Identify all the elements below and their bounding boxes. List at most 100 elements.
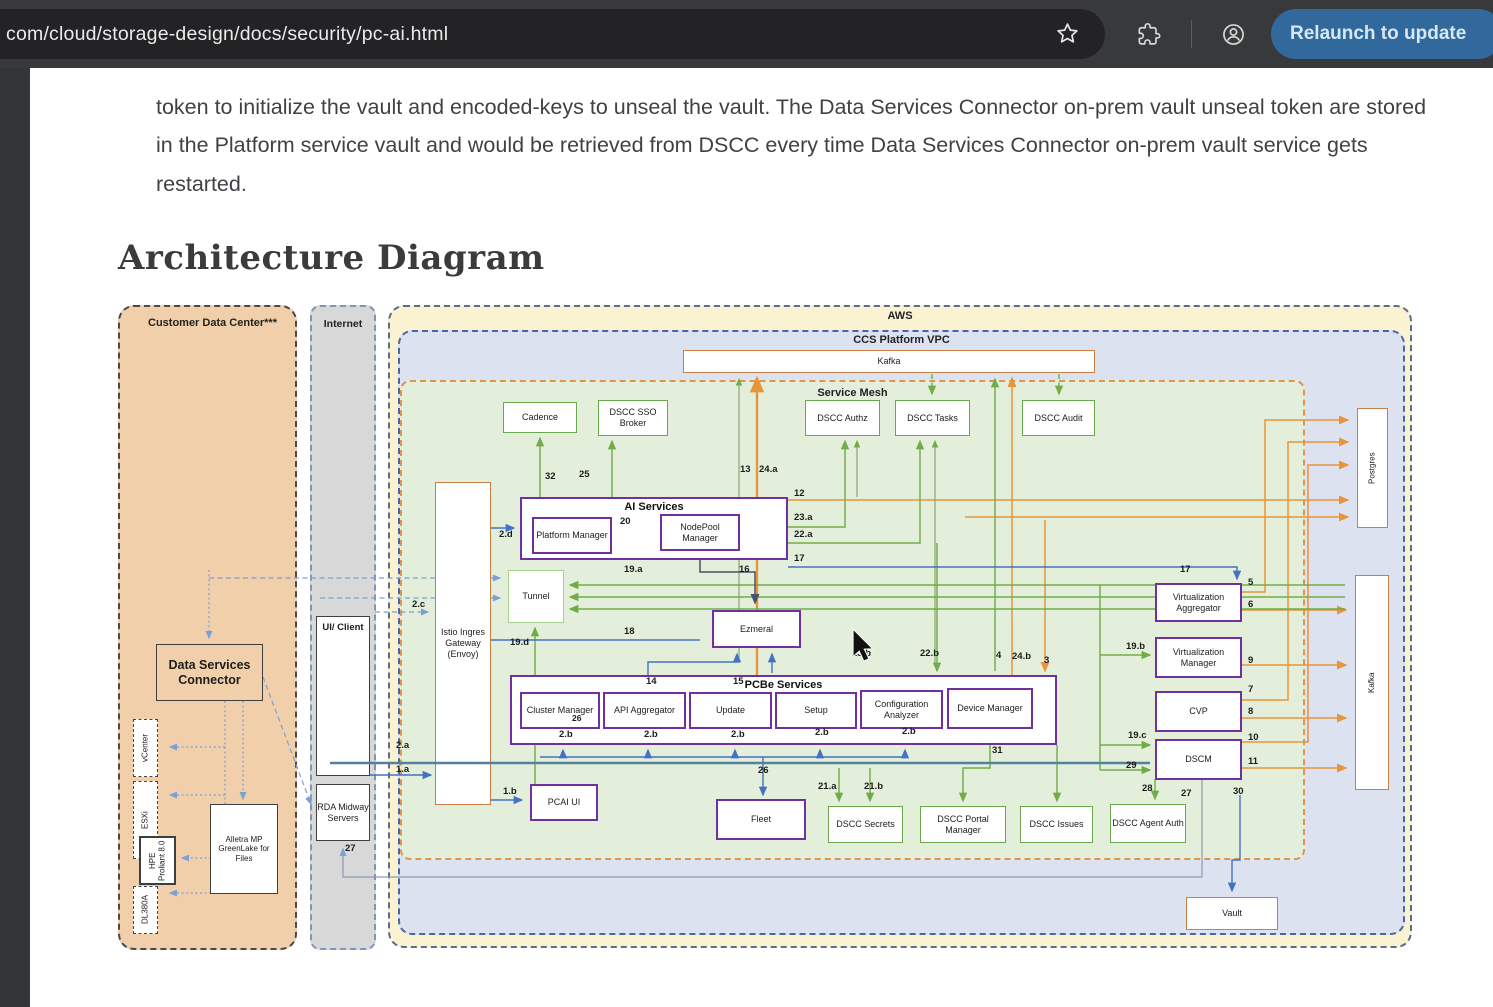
flow-label-19b: 19.b (1126, 641, 1145, 652)
flow-label-32: 32 (545, 471, 556, 482)
flow-label-14: 14 (646, 676, 657, 687)
window-left-edge (0, 68, 30, 1007)
flow-label-8: 8 (1248, 706, 1253, 717)
node-platform-manager: Platform Manager (532, 517, 612, 554)
node-setup: Setup (775, 692, 857, 729)
flow-label-24b: 24.b (1012, 651, 1031, 662)
vpc-label: CCS Platform VPC (400, 334, 1403, 346)
aws-label: AWS (390, 310, 1410, 322)
flow-label-26: 26 (758, 765, 769, 776)
service-mesh-label: Service Mesh (402, 387, 1303, 399)
flow-label-2b2: 2.b (644, 729, 658, 740)
node-dscc-audit: DSCC Audit (1022, 400, 1095, 436)
screen: com/cloud/storage-design/docs/security/p… (0, 0, 1493, 1007)
address-bar[interactable]: com/cloud/storage-design/docs/security/p… (0, 9, 1105, 59)
flow-label-3: 3 (1044, 655, 1049, 666)
flow-label-24a: 24.a (759, 464, 778, 475)
node-ui-client: UI/ Client (316, 616, 370, 776)
flow-label-27a: 27 (345, 843, 356, 854)
flow-label-19d: 19.d (510, 637, 529, 648)
flow-label-2b3: 2.b (731, 729, 745, 740)
node-alletra-greenlake: Alletra MP GreenLake for Files (210, 804, 278, 894)
flow-label-22a: 22.a (794, 529, 813, 540)
flow-label-4: 4 (996, 650, 1001, 661)
relaunch-label: Relaunch to update (1290, 23, 1466, 45)
relaunch-to-update-button[interactable]: Relaunch to update (1271, 9, 1493, 59)
url-text[interactable]: com/cloud/storage-design/docs/security/p… (6, 23, 448, 46)
node-virtualization-manager: Virtualization Manager (1155, 637, 1242, 678)
internet-label: Internet (312, 318, 374, 330)
node-postgres: Postgres (1357, 408, 1388, 528)
flow-label-28: 28 (1142, 783, 1153, 794)
node-nodepool-manager: NodePool Manager (660, 514, 740, 551)
flow-label-10: 10 (1248, 732, 1259, 743)
flow-label-2c: 2.c (412, 599, 425, 610)
node-dscc-portal-manager: DSCC Portal Manager (920, 806, 1006, 843)
node-istio-ingress-gateway: Istio Ingres Gateway (Envoy) (435, 482, 491, 805)
flow-label-7: 7 (1248, 684, 1253, 695)
puzzle-icon[interactable] (1136, 22, 1161, 47)
node-vcenter: vCenter (133, 719, 158, 777)
flow-label-1a: 1.a (396, 764, 409, 775)
flow-label-31: 31 (992, 745, 1003, 756)
flow-label-30: 30 (1233, 786, 1244, 797)
flow-label-25: 25 (579, 469, 590, 480)
flow-label-17a: 17 (794, 553, 805, 564)
node-dscc-sso-broker: DSCC SSO Broker (598, 400, 668, 436)
flow-label-26s: 26 (572, 713, 581, 723)
flow-label-17b: 17 (1180, 564, 1191, 575)
flow-label-29: 29 (1126, 760, 1137, 771)
node-dscc-secrets: DSCC Secrets (828, 806, 903, 843)
flow-label-20: 20 (620, 516, 631, 527)
flow-label-27b: 27 (1181, 788, 1192, 799)
flow-label-2d: 2.d (499, 529, 513, 540)
flow-label-21a: 21.a (818, 781, 837, 792)
node-cluster-manager: Cluster Manager (520, 692, 600, 729)
node-data-services-connector: Data Services Connector (156, 644, 263, 701)
flow-label-2a: 2.a (396, 740, 409, 751)
node-virtualization-aggregator: Virtualization Aggregator (1155, 583, 1242, 622)
page-title: Architecture Diagram (118, 238, 545, 278)
node-configuration-analyzer: Configuration Analyzer (860, 690, 943, 729)
node-dscc-tasks: DSCC Tasks (895, 400, 970, 436)
node-dscm: DSCM (1155, 739, 1242, 780)
flow-label-23b: 23.b (852, 648, 871, 659)
flow-label-13: 13 (740, 464, 751, 475)
flow-label-23a: 23.a (794, 512, 813, 523)
node-cvp: CVP (1155, 691, 1242, 732)
flow-label-9: 9 (1248, 655, 1253, 666)
node-tunnel: Tunnel (508, 570, 564, 623)
flow-label-2b1: 2.b (559, 729, 573, 740)
flow-label-15: 15 (733, 676, 744, 687)
node-ezmeral: Ezmeral (712, 610, 801, 648)
node-vault: Vault (1186, 897, 1278, 930)
node-api-aggregator: API Aggregator (603, 692, 686, 729)
node-pcai-ui: PCAI UI (530, 784, 598, 821)
node-device-manager: Device Manager (947, 688, 1033, 729)
node-dscc-authz: DSCC Authz (805, 400, 880, 436)
star-icon[interactable] (1055, 21, 1080, 46)
flow-label-16: 16 (739, 564, 750, 575)
node-rda-midway-servers: RDA Midway Servers (316, 784, 370, 841)
flow-label-2b5: 2.b (902, 726, 916, 737)
flow-label-19c: 19.c (1128, 730, 1147, 741)
flow-label-11: 11 (1248, 756, 1258, 767)
customer-data-center-label: Customer Data Center*** (148, 317, 277, 329)
flow-label-22b: 22.b (920, 648, 939, 659)
node-dscc-issues: DSCC Issues (1020, 806, 1093, 843)
node-cadence: Cadence (503, 402, 577, 433)
node-dl380a: DL380A (133, 886, 158, 934)
body-paragraph: token to initialize the vault and encode… (156, 88, 1428, 204)
person-icon[interactable] (1221, 22, 1246, 47)
flow-label-18: 18 (624, 626, 635, 637)
toolbar-divider (1191, 20, 1192, 48)
flow-label-21b: 21.b (864, 781, 883, 792)
flow-label-6: 6 (1248, 599, 1253, 610)
flow-label-12: 12 (794, 488, 805, 499)
browser-toolbar: com/cloud/storage-design/docs/security/p… (0, 0, 1493, 68)
node-dscc-agent-auth: DSCC Agent Auth (1110, 804, 1186, 843)
node-kafka-top: Kafka (683, 350, 1095, 373)
node-update: Update (689, 692, 772, 729)
flow-label-2b4: 2.b (815, 727, 829, 738)
ai-services-title: AI Services (522, 501, 786, 513)
